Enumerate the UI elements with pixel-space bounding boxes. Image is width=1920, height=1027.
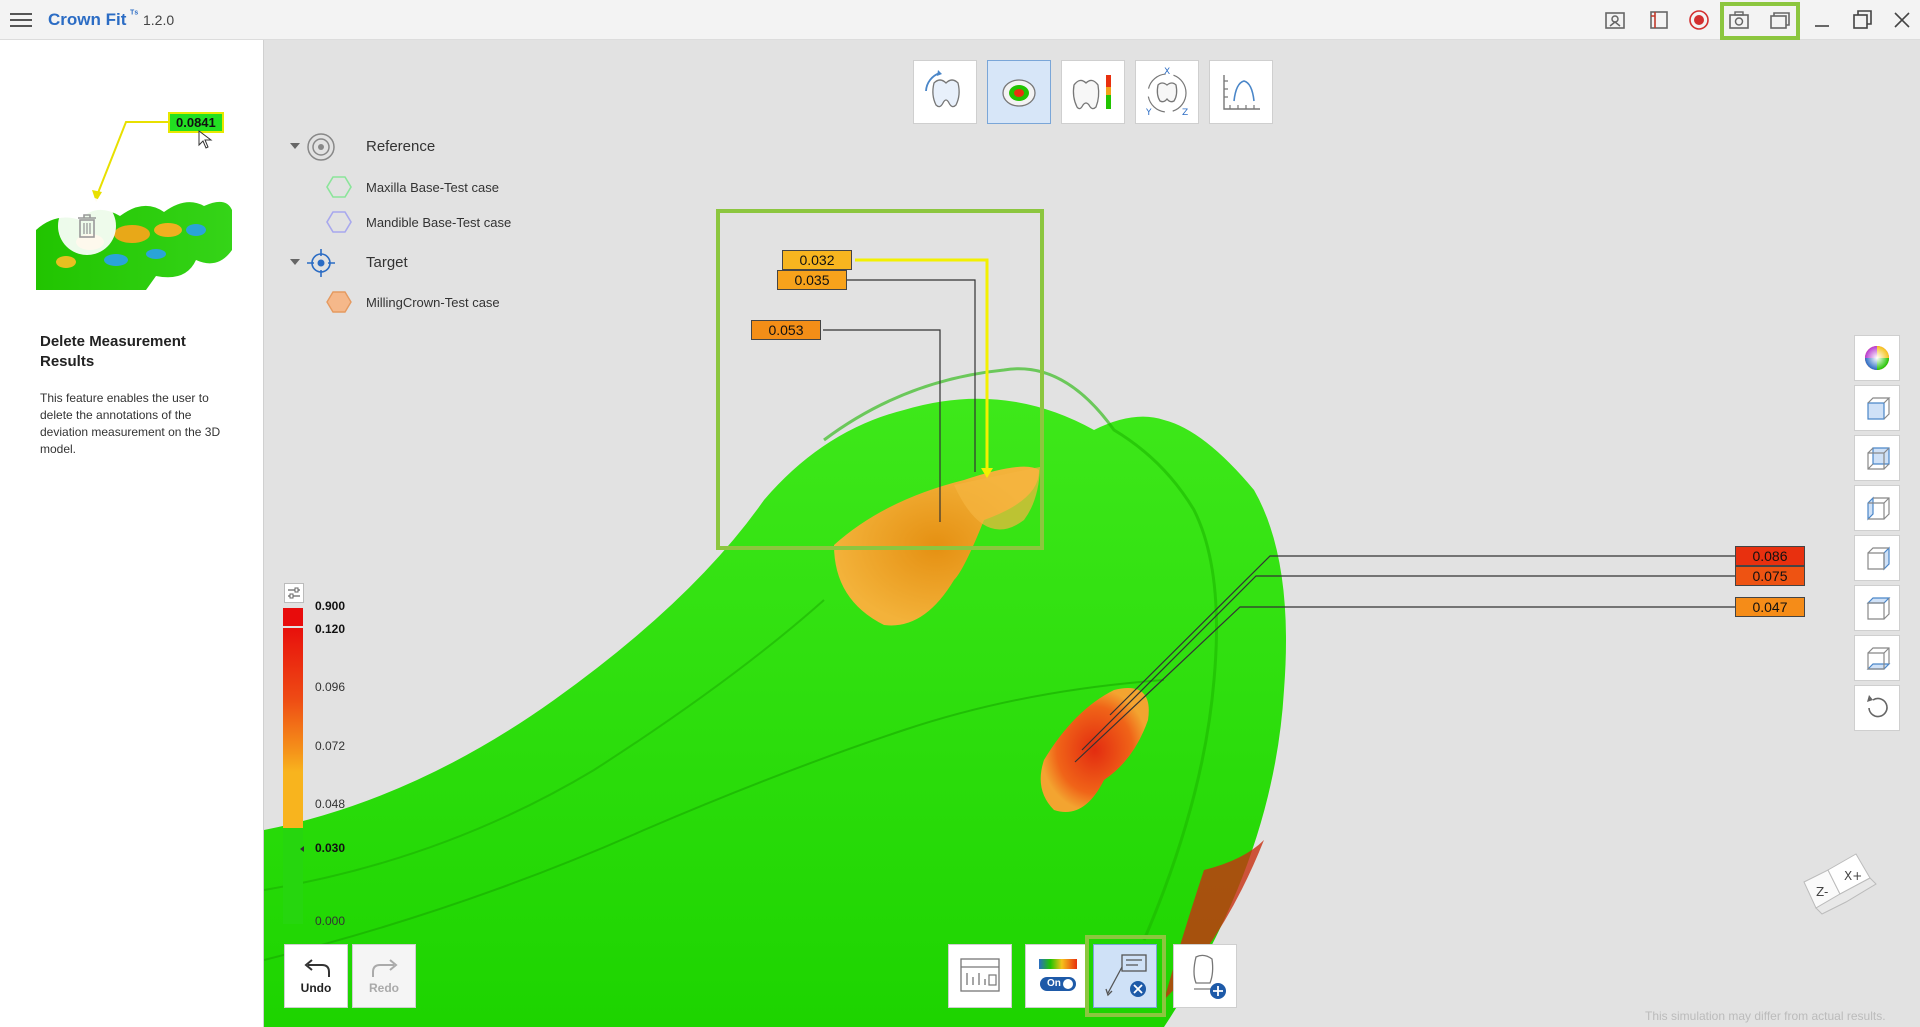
deviation-map-tool[interactable] (987, 60, 1051, 124)
svg-text:Z: Z (1182, 108, 1188, 118)
measurement-label[interactable]: 0.035 (777, 270, 847, 290)
undo-icon (304, 959, 330, 977)
scale-max-value: 0.900 (315, 599, 346, 613)
view-bottom-tool[interactable] (1854, 635, 1900, 681)
color-wheel-icon (1865, 346, 1889, 370)
axis-tool[interactable]: X Y Z (1135, 60, 1199, 124)
view-back-tool[interactable] (1854, 435, 1900, 481)
measure-tool[interactable] (1209, 60, 1273, 124)
mandible-hexagon-icon[interactable] (326, 210, 352, 234)
view-front-tool[interactable] (1854, 385, 1900, 431)
color-scale-tool[interactable] (1061, 60, 1125, 124)
orientation-cube[interactable]: Z- X+ (1798, 848, 1882, 928)
view-top-tool[interactable] (1854, 585, 1900, 631)
color-toggle-icon (1039, 959, 1077, 991)
cube-top-icon (1866, 597, 1891, 620)
view-right-tool[interactable] (1854, 535, 1900, 581)
redo-icon (372, 959, 398, 977)
tooth-rotate-icon (925, 70, 960, 108)
view-left-tool[interactable] (1854, 485, 1900, 531)
axis-label-x: X+ (1844, 869, 1862, 883)
collapse-arrow-icon[interactable] (289, 141, 301, 151)
collapse-arrow-icon[interactable] (289, 257, 301, 267)
cube-front-icon (1867, 397, 1891, 420)
measurement-label[interactable]: 0.086 (1735, 546, 1805, 566)
scale-upper-value: 0.120 (315, 622, 346, 636)
scale-settings-icon[interactable] (284, 583, 304, 603)
reference-label: Reference (366, 138, 436, 155)
axis-label-z: Z- (1816, 885, 1828, 899)
maxilla-hexagon-icon[interactable] (326, 175, 352, 199)
superimpose-tool[interactable] (913, 60, 977, 124)
crown-hexagon-icon[interactable] (326, 290, 352, 314)
cube-left-icon (1867, 496, 1890, 521)
scale-value: 0.096 (315, 680, 346, 694)
ruler-tooth-icon (1223, 75, 1260, 110)
delete-measurement-tool[interactable] (1093, 944, 1157, 1008)
scale-value: 0.072 (315, 739, 346, 753)
undo-button[interactable]: Undo (284, 944, 348, 1008)
target-label: Target (366, 254, 408, 271)
cube-back-icon (1867, 447, 1890, 470)
tree-item-mandible[interactable]: Mandible Base-Test case (366, 215, 511, 230)
target-icon (307, 249, 335, 277)
section-view-tool[interactable] (948, 944, 1012, 1008)
axis-rotate-icon: X Y Z (1145, 67, 1188, 118)
add-annotation-icon (1193, 954, 1226, 999)
undo-label: Undo (300, 981, 332, 995)
tree-item-milling-crown[interactable]: MillingCrown-Test case (366, 295, 500, 310)
cube-bottom-icon (1866, 647, 1891, 670)
measurement-label[interactable]: 0.032 (782, 250, 852, 270)
redo-label: Redo (369, 981, 399, 995)
scale-value: 0.048 (315, 797, 346, 811)
svg-text:X: X (1164, 67, 1170, 77)
color-scale-bar (283, 608, 304, 924)
section-panel-icon (960, 958, 1000, 992)
svg-text:Y: Y (1145, 108, 1152, 118)
reset-view-tool[interactable] (1854, 685, 1900, 731)
cube-right-icon (1867, 546, 1890, 571)
tree-item-maxilla[interactable]: Maxilla Base-Test case (366, 180, 499, 195)
reset-rotate-icon (1867, 695, 1888, 718)
reference-icon (307, 133, 335, 161)
scale-threshold-value: 0.030 (315, 841, 346, 855)
tooth-scale-icon (1072, 75, 1111, 110)
redo-button[interactable]: Redo (352, 944, 416, 1008)
measurement-label[interactable]: 0.047 (1735, 597, 1805, 617)
color-toggle-tool[interactable]: On (1025, 944, 1089, 1008)
measurement-label[interactable]: 0.053 (751, 320, 821, 340)
deviation-tooth-icon (1002, 79, 1036, 107)
measurement-label[interactable]: 0.075 (1735, 566, 1805, 586)
add-measurement-tool[interactable] (1173, 944, 1237, 1008)
color-wheel-tool[interactable] (1854, 335, 1900, 381)
scale-min-value: 0.000 (315, 914, 346, 928)
delete-annotation-icon (1105, 954, 1147, 997)
toggle-state-label: On (1047, 978, 1061, 989)
simulation-disclaimer: This simulation may differ from actual r… (1645, 1009, 1886, 1023)
